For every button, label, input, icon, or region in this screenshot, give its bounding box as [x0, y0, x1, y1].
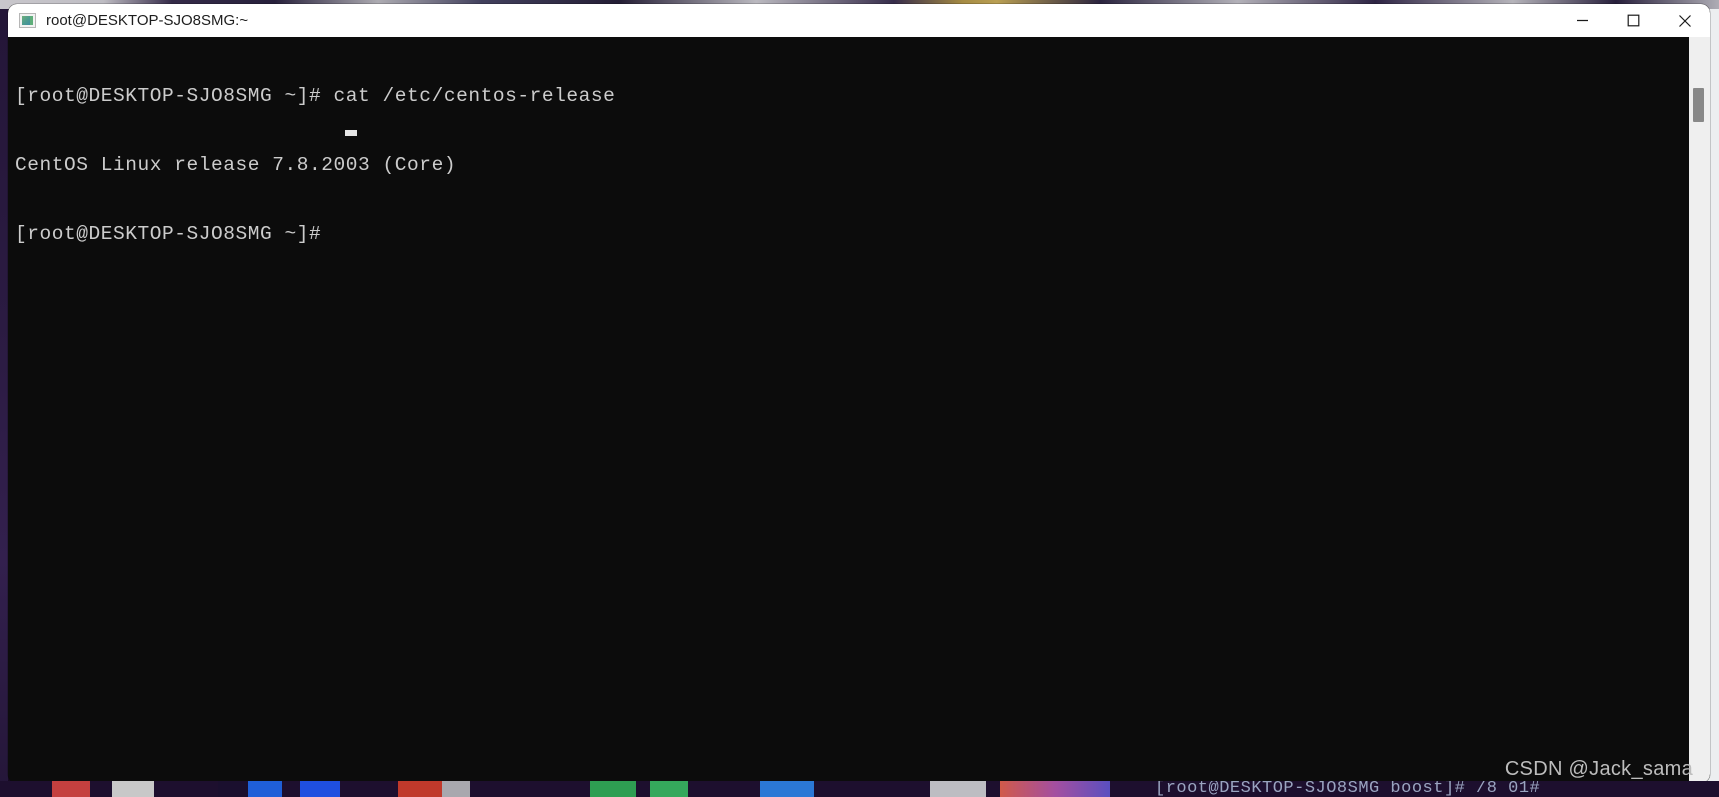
window-controls — [1557, 4, 1710, 37]
terminal-line: [root@DESKTOP-SJO8SMG ~]# cat /etc/cento… — [15, 85, 616, 107]
csdn-watermark: CSDN @Jack_sama — [1504, 758, 1693, 780]
terminal-line: [root@DESKTOP-SJO8SMG ~]# — [15, 223, 334, 245]
taskbar-icon-folder[interactable] — [760, 781, 814, 797]
background-window-left-edge — [0, 9, 8, 797]
taskbar-icon-gradient[interactable] — [1000, 781, 1110, 797]
taskbar-icon-explorer[interactable] — [112, 781, 154, 797]
window-titlebar[interactable]: root@DESKTOP-SJO8SMG:~ — [8, 4, 1710, 37]
terminal-icon — [19, 13, 36, 28]
maximize-button[interactable] — [1608, 4, 1659, 37]
screen: M C u root@DESKTOP-SJO8SMG:~ — [0, 0, 1719, 797]
minimize-button[interactable] — [1557, 4, 1608, 37]
taskbar[interactable]: [root@DESKTOP-SJO8SMG boost]# /8 01# — [0, 781, 1719, 797]
taskbar-icon-editor[interactable] — [218, 781, 248, 797]
window-title: root@DESKTOP-SJO8SMG:~ — [46, 12, 249, 29]
taskbar-icon-vscode[interactable] — [248, 781, 282, 797]
close-button[interactable] — [1659, 4, 1710, 37]
taskbar-icon-pdf[interactable] — [398, 781, 442, 797]
scrollbar-thumb[interactable] — [1693, 88, 1704, 122]
terminal-scrollbar[interactable] — [1689, 37, 1710, 783]
background-terminal-text: [root@DESKTOP-SJO8SMG boost]# /8 01# — [1155, 781, 1541, 797]
terminal-cursor — [345, 130, 357, 136]
taskbar-icon-notes[interactable] — [930, 781, 986, 797]
taskbar-icon-vscode-2[interactable] — [300, 781, 340, 797]
taskbar-icon-excel-2[interactable] — [650, 781, 688, 797]
taskbar-icon-word[interactable] — [442, 781, 470, 797]
taskbar-icon-excel[interactable] — [590, 781, 636, 797]
terminal-line: CentOS Linux release 7.8.2003 (Core) — [15, 154, 457, 176]
terminal-body[interactable]: [root@DESKTOP-SJO8SMG ~]# cat /etc/cento… — [8, 37, 1710, 783]
terminal-output: [root@DESKTOP-SJO8SMG ~]# cat /etc/cento… — [15, 39, 615, 292]
terminal-window[interactable]: root@DESKTOP-SJO8SMG:~ [root@DESKTOP-SJO… — [8, 4, 1710, 783]
taskbar-icon-chrome[interactable] — [52, 781, 90, 797]
